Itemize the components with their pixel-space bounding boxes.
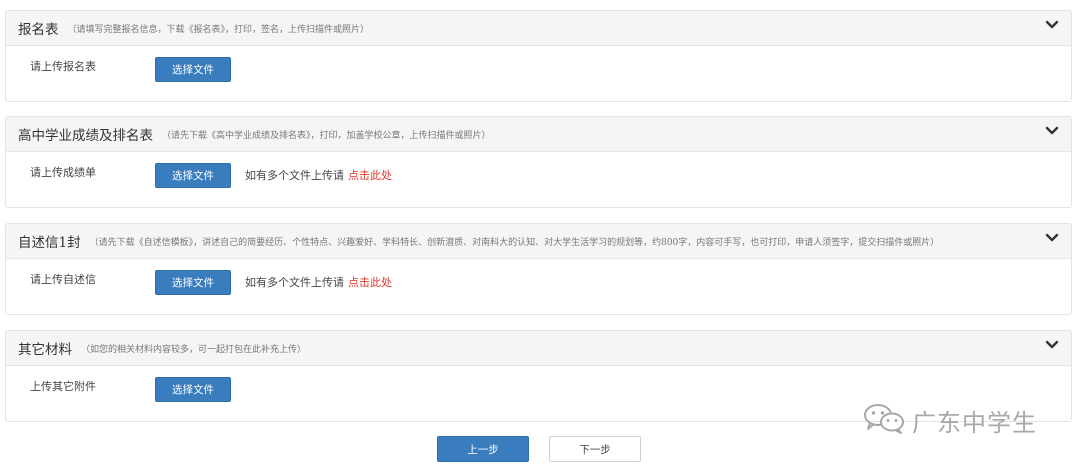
choose-file-button[interactable]: 选择文件: [155, 163, 231, 188]
multi-file-text: 如有多个文件上传请: [245, 276, 344, 289]
upload-label: 上传其它附件: [30, 380, 96, 393]
section-hint: （请先下载《自述信模板》，讲述自己的简要经历、个性特点、兴趣爱好、学科特长、创新…: [89, 237, 940, 248]
chevron-down-icon[interactable]: [1045, 19, 1061, 33]
chevron-down-icon[interactable]: [1045, 232, 1061, 246]
section-hint: （请先下载《高中学业成绩及排名表》，打印，加盖学校公章，上传扫描件或照片）: [162, 130, 491, 141]
chevron-down-icon[interactable]: [1045, 125, 1061, 139]
section-header[interactable]: 高中学业成绩及排名表 （请先下载《高中学业成绩及排名表》，打印，加盖学校公章，上…: [6, 117, 1071, 152]
multi-file-hint: 如有多个文件上传请 点击此处: [245, 167, 392, 183]
section-registration-form: 报名表 （请填写完整报名信息，下载《报名表》，打印，签名，上传扫描件或照片） 请…: [5, 10, 1072, 102]
section-hint: （如您的相关材料内容较多，可一起打包在此补充上传）: [81, 344, 307, 355]
section-header[interactable]: 报名表 （请填写完整报名信息，下载《报名表》，打印，签名，上传扫描件或照片）: [6, 11, 1071, 46]
chevron-down-icon[interactable]: [1045, 339, 1061, 353]
section-personal-statement: 自述信1封 （请先下载《自述信模板》，讲述自己的简要经历、个性特点、兴趣爱好、学…: [5, 223, 1072, 315]
upload-label: 请上传自述信: [30, 273, 96, 286]
multi-file-hint: 如有多个文件上传请 点击此处: [245, 274, 392, 290]
multi-file-text: 如有多个文件上传请: [245, 169, 344, 182]
section-hint: （请填写完整报名信息，下载《报名表》，打印，签名，上传扫描件或照片）: [67, 24, 370, 35]
section-body: 请上传自述信 选择文件 如有多个文件上传请 点击此处: [6, 259, 1071, 314]
section-body: 请上传报名表 选择文件: [6, 46, 1071, 101]
section-title: 高中学业成绩及排名表: [18, 128, 153, 144]
watermark-text: 广东中学生: [912, 408, 1037, 437]
watermark: 广东中学生: [862, 402, 1037, 438]
upload-label: 请上传报名表: [30, 60, 96, 73]
page: 报名表 （请填写完整报名信息，下载《报名表》，打印，签名，上传扫描件或照片） 请…: [0, 0, 1080, 468]
upload-label: 请上传成绩单: [30, 166, 96, 179]
section-title: 自述信1封: [18, 235, 81, 251]
choose-file-button[interactable]: 选择文件: [155, 270, 231, 295]
section-header[interactable]: 其它材料 （如您的相关材料内容较多，可一起打包在此补充上传）: [6, 331, 1071, 366]
click-here-link[interactable]: 点击此处: [348, 169, 392, 182]
click-here-link[interactable]: 点击此处: [348, 276, 392, 289]
section-transcript: 高中学业成绩及排名表 （请先下载《高中学业成绩及排名表》，打印，加盖学校公章，上…: [5, 116, 1072, 208]
previous-step-button[interactable]: 上一步: [437, 436, 529, 462]
choose-file-button[interactable]: 选择文件: [155, 57, 231, 82]
section-header[interactable]: 自述信1封 （请先下载《自述信模板》，讲述自己的简要经历、个性特点、兴趣爱好、学…: [6, 224, 1071, 259]
wechat-icon: [862, 402, 906, 438]
section-title: 报名表: [18, 22, 59, 38]
choose-file-button[interactable]: 选择文件: [155, 377, 231, 402]
section-title: 其它材料: [18, 342, 72, 358]
section-body: 请上传成绩单 选择文件 如有多个文件上传请 点击此处: [6, 152, 1071, 207]
next-step-button[interactable]: 下一步: [549, 436, 641, 462]
